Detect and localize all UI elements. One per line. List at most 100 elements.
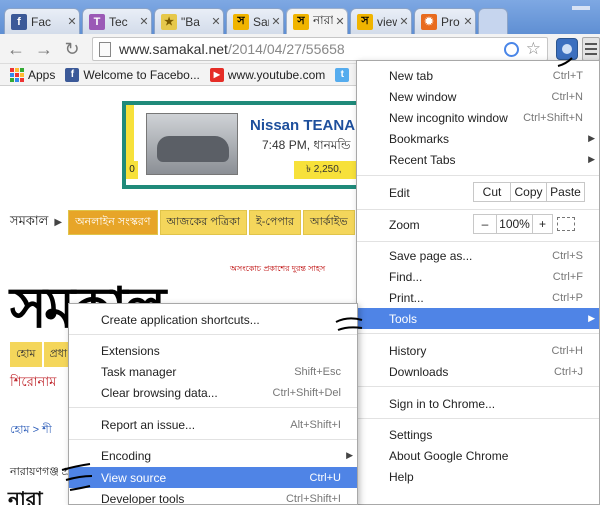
paste-button[interactable]: Paste xyxy=(547,182,585,202)
article-breadcrumb[interactable]: হোম > শী xyxy=(10,421,52,440)
menu-sign-in[interactable]: Sign in to Chrome... xyxy=(357,393,599,414)
menu-history[interactable]: History Ctrl+H xyxy=(357,340,599,361)
menu-help[interactable]: Help xyxy=(357,466,599,487)
chrome-menu-button[interactable] xyxy=(582,37,600,61)
crumb-tab-today[interactable]: আজকের পত্রিকা xyxy=(159,210,247,235)
menu-new-tab[interactable]: New tab Ctrl+T xyxy=(357,65,599,86)
menu-item-label: Encoding xyxy=(101,448,152,463)
tab-facebook[interactable]: f Fac ✕ xyxy=(4,8,80,34)
menu-view-source[interactable]: View source Ctrl+U xyxy=(69,467,357,488)
pro-icon: ✹ xyxy=(421,13,437,30)
menu-item-shortcut: Ctrl+U xyxy=(309,471,341,484)
forward-icon[interactable]: → xyxy=(32,38,56,60)
samakal-icon: স xyxy=(293,13,309,30)
menu-encoding[interactable]: Encoding ▶ xyxy=(69,445,357,466)
close-icon[interactable]: ✕ xyxy=(65,15,79,28)
close-icon[interactable]: ✕ xyxy=(137,15,151,28)
menu-separator xyxy=(69,407,357,408)
menu-separator xyxy=(357,175,599,176)
minimize-icon[interactable] xyxy=(572,6,590,10)
tab-title: Tec xyxy=(109,14,128,29)
logo-tagline: অসংকোচ প্রকাশের দুরন্ত সাহস xyxy=(230,264,326,273)
site-nav: হোম প্রধা xyxy=(10,342,75,367)
menu-developer-tools[interactable]: Developer tools Ctrl+Shift+I xyxy=(69,488,357,505)
close-icon[interactable]: ✕ xyxy=(461,15,475,28)
menu-separator xyxy=(357,209,599,210)
menu-item-shortcut: Ctrl+F xyxy=(552,270,583,283)
tab-tech[interactable]: T Tec ✕ xyxy=(82,8,152,34)
menu-task-manager[interactable]: Task manager Shift+Esc xyxy=(69,361,357,382)
tab-samakal-active[interactable]: স নারা ✕ xyxy=(286,8,348,34)
google-translate-icon[interactable] xyxy=(504,42,519,57)
menu-item-label: About Google Chrome xyxy=(389,448,509,463)
menu-new-window[interactable]: New window Ctrl+N xyxy=(357,86,599,107)
bookmark-label: Welcome to Facebo... xyxy=(83,67,200,82)
menu-item-label: Sign in to Chrome... xyxy=(389,396,496,411)
menu-item-label: Save page as... xyxy=(389,248,473,263)
menu-item-label: Tools xyxy=(389,311,418,326)
tab-view-source[interactable]: স view ✕ xyxy=(350,8,412,34)
menu-about-chrome[interactable]: About Google Chrome xyxy=(357,445,599,466)
menu-item-label: Extensions xyxy=(101,343,160,358)
youtube-icon: ▶ xyxy=(209,67,224,82)
menu-item-label: New window xyxy=(389,89,457,104)
menu-create-shortcuts[interactable]: Create application shortcuts... xyxy=(69,309,357,330)
menu-bookmarks[interactable]: Bookmarks ▶ xyxy=(357,128,599,149)
zoom-in-button[interactable]: + xyxy=(533,214,553,234)
menu-extensions[interactable]: Extensions xyxy=(69,340,357,361)
menu-downloads[interactable]: Downloads Ctrl+J xyxy=(357,361,599,382)
menu-find[interactable]: Find... Ctrl+F xyxy=(357,266,599,287)
address-bar[interactable]: www.samakal.net/2014/04/27/55658 ☆ xyxy=(92,37,548,61)
headlines-heading[interactable]: শিরোনাম xyxy=(10,373,56,394)
chrome-main-menu: New tab Ctrl+T New window Ctrl+N New inc… xyxy=(356,60,600,505)
url-host: www.samakal.net xyxy=(119,41,228,57)
crumb-home[interactable]: সমকাল xyxy=(10,212,48,233)
crumb-tab-online[interactable]: অনলাইন সংস্করণ xyxy=(68,210,158,235)
car-photo xyxy=(146,113,238,175)
menu-item-shortcut: Ctrl+Shift+I xyxy=(285,492,341,505)
menu-settings[interactable]: Settings xyxy=(357,424,599,445)
zoom-out-button[interactable]: – xyxy=(473,214,497,234)
menu-report-issue[interactable]: Report an issue... Alt+Shift+I xyxy=(69,414,357,435)
menu-clear-browsing-data[interactable]: Clear browsing data... Ctrl+Shift+Del xyxy=(69,382,357,403)
tab-title: Pro xyxy=(441,14,460,29)
tools-submenu: Create application shortcuts... Extensio… xyxy=(68,303,358,505)
tab-pro[interactable]: ✹ Pro ✕ xyxy=(414,8,476,34)
bookmark-twitter[interactable]: t xyxy=(335,67,353,82)
star-icon[interactable]: ☆ xyxy=(526,39,541,59)
tab-notes[interactable]: ★ "Ba ✕ xyxy=(154,8,224,34)
menu-print[interactable]: Print... Ctrl+P xyxy=(357,287,599,308)
zoom-level: 100% xyxy=(497,214,533,234)
tab-strip: f Fac ✕ T Tec ✕ ★ "Ba ✕ স Sar ✕ স নারা ✕… xyxy=(0,0,600,34)
cut-button[interactable]: Cut xyxy=(473,182,511,202)
edit-label: Edit xyxy=(389,186,410,200)
close-icon[interactable]: ✕ xyxy=(397,15,411,28)
close-icon[interactable]: ✕ xyxy=(269,15,283,28)
crumb-tab-epaper[interactable]: ই-পেপার xyxy=(249,210,302,235)
ad-price: ৳ 2,250, xyxy=(294,161,364,179)
bookmark-facebook[interactable]: f Welcome to Facebo... xyxy=(65,67,200,82)
menu-recent-tabs[interactable]: Recent Tabs ▶ xyxy=(357,149,599,170)
ad-banner[interactable]: 0 Nissan TEANA 20 7:48 PM, ধানমন্ডি ৳ 2,… xyxy=(122,101,375,189)
extension-icon[interactable] xyxy=(556,38,578,60)
reload-icon[interactable]: ↻ xyxy=(60,38,84,60)
site-breadcrumb: সমকাল ▶ অনলাইন সংস্করণ আজকের পত্রিকা ই-প… xyxy=(10,210,357,235)
menu-new-incognito[interactable]: New incognito window Ctrl+Shift+N xyxy=(357,107,599,128)
new-tab-button[interactable] xyxy=(478,8,508,34)
nav-home[interactable]: হোম xyxy=(10,342,42,367)
crumb-tab-archive[interactable]: আর্কাইভ xyxy=(303,210,355,235)
bookmark-apps[interactable]: Apps xyxy=(10,67,56,82)
close-icon[interactable]: ✕ xyxy=(333,15,347,28)
fullscreen-icon[interactable] xyxy=(557,217,575,231)
apps-grid-icon xyxy=(10,67,24,82)
bookmark-youtube[interactable]: ▶ www.youtube.com xyxy=(209,67,325,82)
bookmark-label: Apps xyxy=(28,67,56,82)
close-icon[interactable]: ✕ xyxy=(209,15,223,28)
tab-samakal-1[interactable]: স Sar ✕ xyxy=(226,8,284,34)
copy-button[interactable]: Copy xyxy=(511,182,547,202)
notes-icon: ★ xyxy=(161,13,177,30)
menu-item-label: Create application shortcuts... xyxy=(101,312,260,327)
menu-tools[interactable]: Tools ▶ xyxy=(357,308,599,329)
menu-save-page[interactable]: Save page as... Ctrl+S xyxy=(357,245,599,266)
back-icon[interactable]: ← xyxy=(4,38,28,60)
